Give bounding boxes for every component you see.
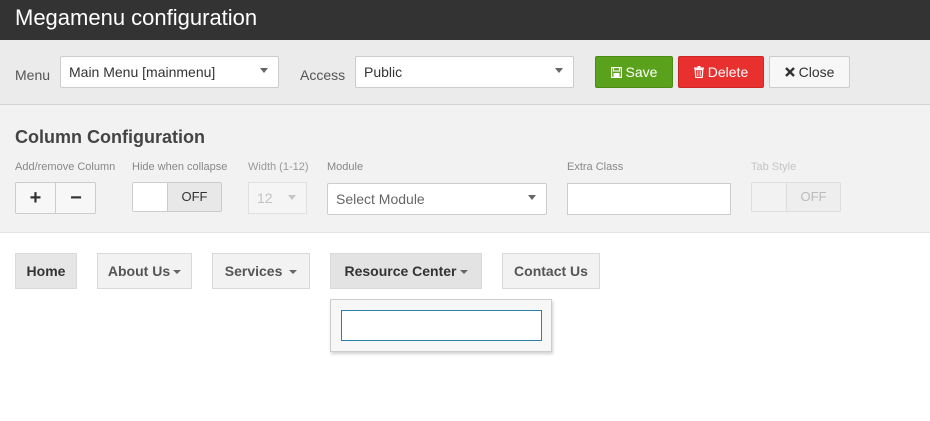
menu-select-value: Main Menu [mainmenu] (69, 64, 216, 80)
page-title: Megamenu configuration (15, 5, 258, 30)
nav-item-label: Services (224, 263, 283, 279)
megamenu-preview: Home About Us Services Resource Center C… (0, 233, 930, 421)
remove-column-button[interactable]: − (56, 183, 96, 213)
delete-button-label: Delete (707, 64, 749, 80)
nav-item-contact-us[interactable]: Contact Us (502, 253, 600, 289)
close-button-label: Close (798, 64, 835, 80)
nav-item-label: Contact Us (514, 263, 588, 279)
module-select-placeholder: Select Module (336, 191, 425, 207)
add-remove-column-label: Add/remove Column (15, 161, 116, 173)
toolbar: Menu Main Menu [mainmenu] Access Public … (0, 40, 930, 105)
column-configuration-title: Column Configuration (15, 127, 205, 147)
chevron-down-icon (288, 195, 296, 200)
mega-column[interactable] (341, 310, 542, 341)
caret-down-icon (173, 270, 182, 275)
chevron-down-icon (260, 68, 268, 73)
menu-label: Menu (15, 67, 51, 83)
tab-style-label: Tab Style (751, 161, 797, 173)
chevron-down-icon (555, 68, 563, 73)
nav-item-resource-center[interactable]: Resource Center (330, 253, 482, 289)
nav-item-label: About Us (107, 263, 171, 279)
menu-select[interactable]: Main Menu [mainmenu] (60, 56, 279, 88)
width-select-value: 12 (257, 190, 273, 206)
module-label: Module (327, 161, 364, 173)
nav-item-label: Resource Center (344, 263, 457, 279)
save-button-label: Save (625, 64, 658, 80)
extra-class-input[interactable] (567, 183, 731, 215)
width-select[interactable]: 12 (248, 182, 307, 214)
save-button[interactable]: Save (595, 56, 673, 88)
module-select[interactable]: Select Module (327, 183, 547, 215)
extra-class-label: Extra Class (567, 161, 624, 173)
add-column-button[interactable]: + (16, 183, 56, 213)
width-label: Width (1-12) (248, 161, 309, 173)
nav-item-services[interactable]: Services (212, 253, 310, 289)
nav-item-label: Home (26, 263, 66, 279)
tab-style-state: OFF (787, 183, 840, 211)
x-icon (784, 58, 795, 88)
access-select-value: Public (364, 64, 403, 80)
caret-down-icon (289, 270, 298, 275)
title-bar: Megamenu configuration (0, 0, 930, 40)
tab-style-toggle[interactable]: OFF (751, 182, 841, 212)
resource-center-dropdown (330, 299, 552, 352)
delete-button[interactable]: Delete (678, 56, 764, 88)
hide-when-collapse-toggle[interactable]: OFF (132, 182, 222, 212)
nav-item-home[interactable]: Home (15, 253, 77, 289)
toggle-knob (752, 183, 787, 211)
hide-when-collapse-state: OFF (168, 183, 221, 211)
close-button[interactable]: Close (769, 56, 850, 88)
floppy-disk-icon (610, 58, 622, 88)
caret-down-icon (459, 270, 468, 275)
chevron-down-icon (528, 195, 536, 200)
access-label: Access (300, 67, 346, 83)
toggle-knob (133, 183, 168, 211)
access-select[interactable]: Public (355, 56, 574, 88)
nav-item-about-us[interactable]: About Us (97, 253, 192, 289)
column-configuration-panel: Column Configuration Add/remove Column +… (0, 105, 930, 233)
add-remove-column-group: + − (15, 182, 96, 214)
trash-icon (693, 58, 704, 88)
hide-when-collapse-label: Hide when collapse (132, 161, 228, 173)
